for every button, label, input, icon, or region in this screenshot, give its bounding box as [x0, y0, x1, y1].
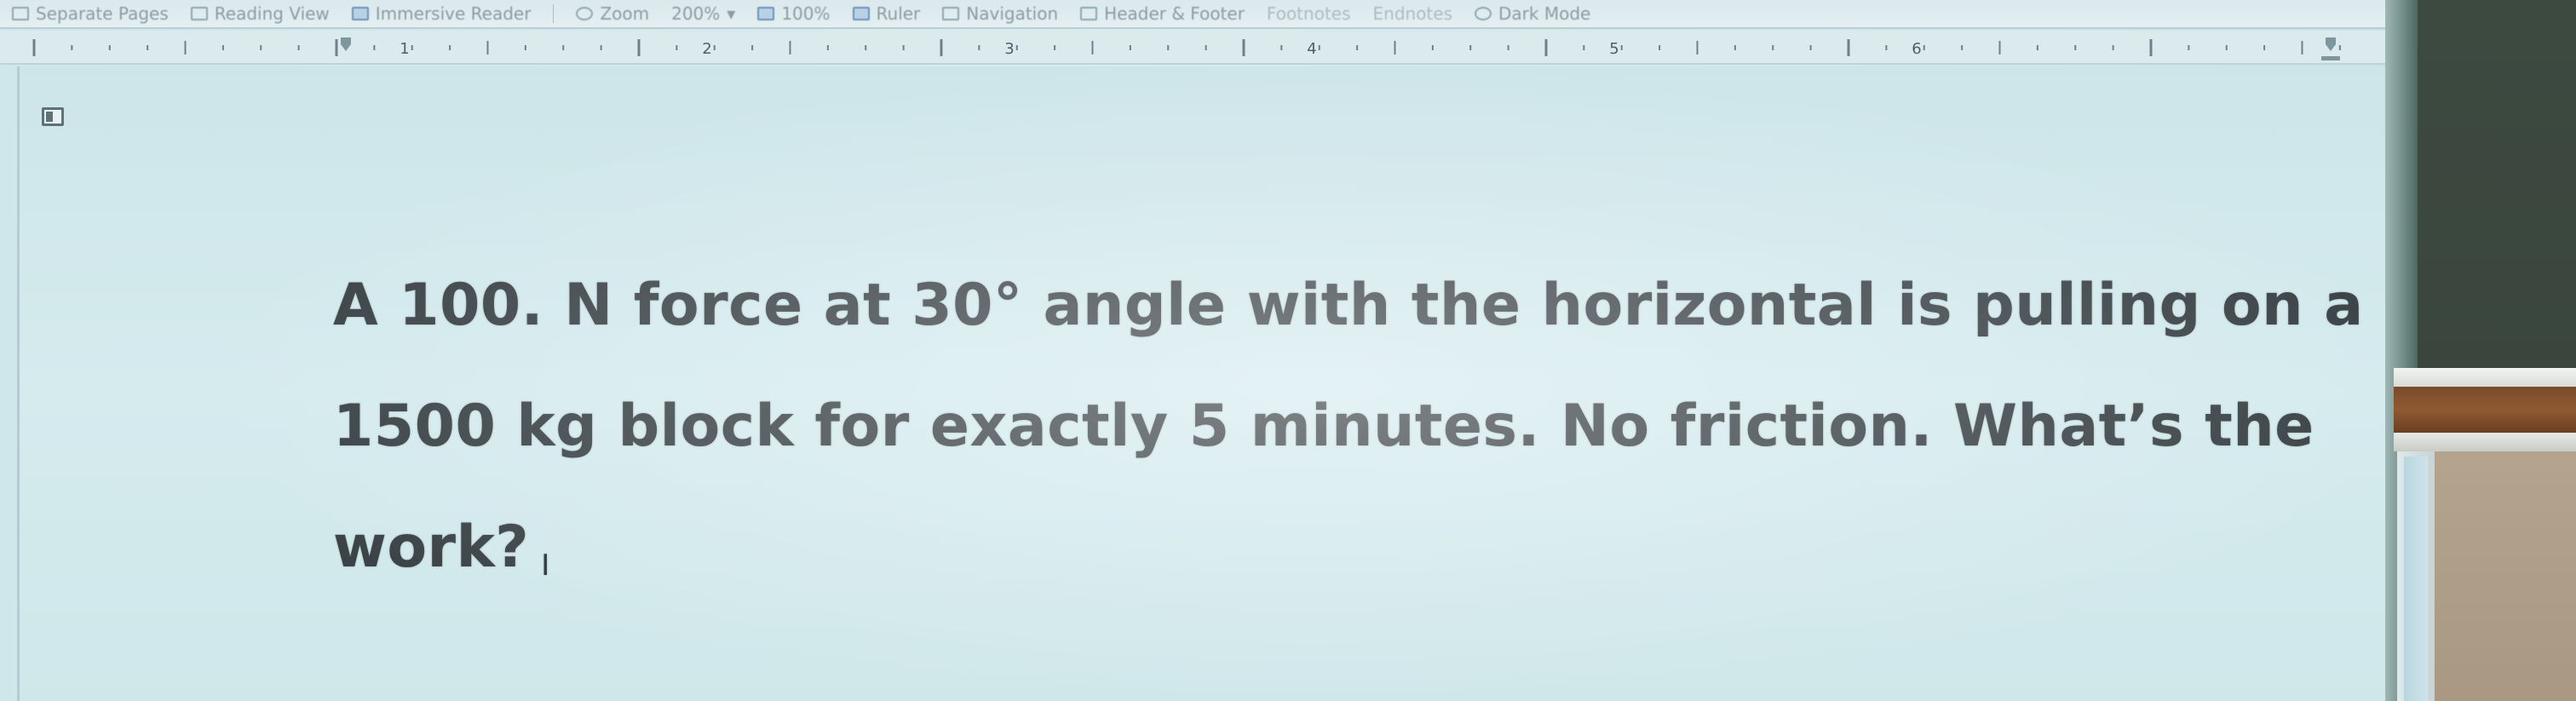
ruler-checkbox[interactable]: Ruler [852, 3, 921, 24]
question-text[interactable]: A 100. N force at 30° angle with the hor… [333, 245, 2378, 626]
ruler-number: 6 [1912, 40, 1921, 58]
navigation-checkbox[interactable]: Navigation [942, 3, 1058, 24]
question-line-1: A 100. N force at 30° angle with the hor… [333, 272, 2364, 339]
question-line-3: work? I [333, 487, 2378, 626]
book-icon [190, 7, 208, 20]
zoom-level-select[interactable]: 200% ▾ [671, 3, 735, 24]
zoom-label: Zoom [600, 3, 650, 24]
separate-pages-button[interactable]: Separate Pages [12, 3, 169, 24]
horizontal-ruler[interactable]: 1 2 3 4 5 6 [0, 31, 2385, 65]
text-cursor-icon: I [541, 549, 550, 583]
footnotes-label: Footnotes [1266, 3, 1351, 24]
endnotes-button[interactable]: Endnotes [1373, 3, 1453, 24]
immersive-reader-label: Immersive Reader [375, 3, 532, 24]
header-footer-label: Header & Footer [1104, 3, 1245, 24]
right-margin-marker[interactable] [2321, 56, 2340, 60]
ruler-number: 1 [400, 40, 409, 58]
ruler-label: Ruler [876, 3, 921, 24]
ruler-number: 5 [1609, 40, 1619, 58]
projected-screen-photo: Separate Pages Reading View Immersive Re… [0, 0, 2576, 701]
zoom-100-icon [757, 7, 775, 20]
reading-view-label: Reading View [214, 3, 330, 24]
page-layout-icon [42, 107, 64, 126]
question-line-3-text: work? [333, 514, 530, 581]
ruler-number: 4 [1307, 40, 1316, 58]
document-page[interactable]: A 100. N force at 30° angle with the hor… [17, 66, 2388, 701]
ruler-number: 3 [1004, 40, 1014, 58]
reader-icon [351, 7, 369, 20]
right-indent-marker-icon[interactable] [2326, 37, 2336, 51]
shelf-bottom-trim [2394, 433, 2576, 451]
left-indent-marker-icon[interactable] [341, 37, 351, 51]
zoom-button[interactable]: Zoom [576, 3, 649, 24]
lower-wall-panel [2435, 451, 2576, 701]
chevron-down-icon: ▾ [727, 3, 736, 24]
ruler-ticks: 1 2 3 4 5 6 [32, 37, 2341, 60]
navigation-label: Navigation [966, 3, 1059, 24]
ruler-icon [852, 7, 870, 20]
ribbon-divider [553, 4, 555, 23]
zoom-level-value: 200% [671, 3, 721, 24]
header-footer-button[interactable]: Header & Footer [1080, 3, 1245, 24]
immersive-reader-button[interactable]: Immersive Reader [351, 3, 532, 24]
header-icon [1080, 7, 1098, 20]
zoom-100-label: 100% [781, 3, 831, 24]
zoom-100-button[interactable]: 100% [757, 3, 831, 24]
window-glass [2404, 457, 2428, 701]
pages-icon [12, 7, 29, 20]
endnotes-label: Endnotes [1372, 3, 1453, 24]
wooden-shelf [2394, 387, 2576, 433]
footnotes-button[interactable]: Footnotes [1267, 3, 1351, 24]
ruler-number: 2 [702, 40, 711, 58]
shelf-top-trim [2394, 368, 2576, 387]
question-line-2: 1500 kg block for exactly 5 minutes. No … [333, 393, 2314, 460]
dark-mode-label: Dark Mode [1498, 3, 1591, 24]
search-icon [576, 7, 594, 20]
dark-mode-toggle[interactable]: Dark Mode [1475, 3, 1590, 24]
reading-view-button[interactable]: Reading View [190, 3, 330, 24]
navigation-icon [942, 7, 960, 20]
moon-icon [1475, 7, 1492, 20]
separate-pages-label: Separate Pages [36, 3, 169, 24]
view-ribbon: Separate Pages Reading View Immersive Re… [0, 0, 2385, 29]
